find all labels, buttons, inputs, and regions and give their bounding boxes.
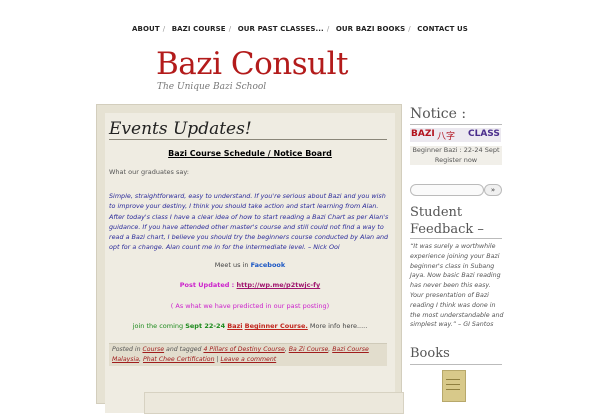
book-cover-image[interactable] — [442, 370, 466, 402]
meta-posted-in: Posted in — [112, 346, 143, 353]
nav-bazi-books[interactable]: OUR BAZI BOOKS — [336, 25, 405, 33]
register-now: Register now — [434, 155, 478, 164]
post-updated-line: Post Updated : http://wp.me/p2twjc-fy — [97, 281, 403, 289]
more-info-link[interactable]: More info here..... — [308, 322, 367, 330]
nav-about[interactable]: ABOUT — [132, 25, 160, 33]
graduate-quote: Simple, straightforward, easy to underst… — [109, 192, 389, 252]
book-cover-detail — [446, 384, 460, 385]
notice-divider — [410, 124, 502, 125]
search-input[interactable] — [410, 184, 484, 196]
notice-title: Notice : — [410, 106, 467, 122]
tag-4-pillars-link[interactable]: 4 Pillars of Destiny Course — [203, 346, 284, 353]
student-feedback-title: Student Feedback – — [410, 204, 484, 238]
nav-past-classes[interactable]: OUR PAST CLASSES... — [238, 25, 324, 33]
nav-contact-us[interactable]: CONTACT US — [417, 25, 468, 33]
graduates-intro: What our graduates say: — [109, 168, 189, 176]
coming-bazi-link[interactable]: Bazi — [227, 322, 242, 330]
book-cover-detail — [446, 389, 460, 390]
nav-separator: / — [162, 25, 166, 33]
post-title-divider — [109, 139, 387, 140]
feedback-quote: “It was surely a worthwhile experience j… — [410, 243, 504, 329]
post-card: Events Updates! Bazi Course Schedule / N… — [96, 104, 403, 413]
predicted-note: ( As what we have predicted in our past … — [170, 302, 330, 310]
meta-tagged: and tagged — [164, 346, 204, 353]
banner-right-text: CLASS — [468, 129, 500, 139]
site-title[interactable]: Bazi Consult — [156, 46, 348, 82]
books-divider — [410, 364, 502, 365]
nav-bazi-course[interactable]: BAZI COURSE — [172, 25, 226, 33]
coming-date: Sept 22-24 — [185, 322, 226, 330]
banner-chinese-text: 八字 — [437, 132, 456, 142]
post-meta: Posted in Course and tagged 4 Pillars of… — [109, 343, 387, 366]
nav-separator: / — [408, 25, 411, 33]
category-course-link[interactable]: Course — [142, 346, 164, 353]
nav-separator: / — [228, 25, 232, 33]
coming-course-line: join the coming Sept 22-24 Bazi Beginner… — [97, 322, 403, 330]
meet-us-line: Meet us in Facebook — [97, 261, 403, 269]
short-link[interactable]: http://wp.me/p2twjc-fy — [237, 281, 321, 289]
facebook-link[interactable]: Facebook — [251, 261, 286, 269]
feedback-divider — [410, 238, 502, 239]
site-tagline: The Unique Bazi School — [157, 82, 267, 92]
schedule-heading: Bazi Course Schedule / Notice Board — [168, 149, 332, 158]
coming-prefix: join the coming — [132, 322, 186, 330]
post-updated-prefix: Post Updated : — [179, 281, 237, 289]
student-feedback-title-line2: Feedback – — [410, 222, 484, 237]
meet-us-prefix: Meet us in — [214, 261, 251, 269]
bazi-class-banner[interactable]: BAZI 八字 CLASS — [410, 128, 501, 142]
next-post-card — [144, 392, 404, 414]
leave-comment-link[interactable]: Leave a comment — [221, 356, 277, 363]
top-navigation: ABOUT / BAZI COURSE / OUR PAST CLASSES... /… — [0, 25, 600, 33]
books-title: Books — [410, 346, 450, 361]
tag-phat-chee-link[interactable]: Phat Chee Certification — [143, 356, 215, 363]
nav-separator: / — [326, 25, 330, 33]
book-cover-detail — [446, 379, 460, 380]
beginner-notice: Beginner Bazi : 22-24 Sept Register now — [410, 146, 502, 165]
tag-ba-zi-course-link[interactable]: Ba Zi Course — [289, 346, 329, 353]
post-title[interactable]: Events Updates! — [109, 119, 252, 139]
student-feedback-title-line1: Student — [410, 205, 463, 220]
coming-course-link[interactable]: Beginner Course. — [245, 322, 308, 330]
banner-left-text: BAZI — [411, 129, 435, 139]
beginner-dates: Beginner Bazi : 22-24 Sept — [412, 146, 500, 154]
search-submit-button[interactable]: » — [484, 184, 502, 196]
